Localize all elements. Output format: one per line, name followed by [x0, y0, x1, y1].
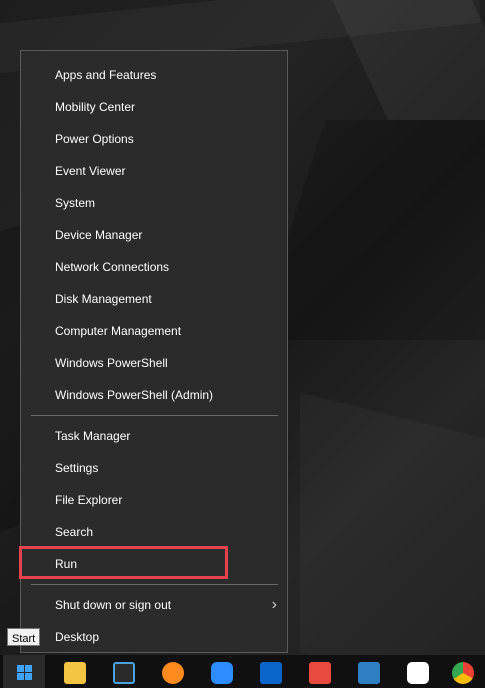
app-s-red-taskbar-button[interactable] [298, 655, 342, 688]
menu-item-device-manager[interactable]: Device Manager [21, 219, 287, 251]
windows-logo-icon [17, 665, 32, 680]
menu-separator [31, 415, 278, 416]
app-s-red-icon [309, 662, 331, 684]
snagit-taskbar-button[interactable] [347, 655, 391, 688]
menu-separator [31, 584, 278, 585]
menu-item-file-explorer[interactable]: File Explorer [21, 484, 287, 516]
file-explorer-icon [64, 662, 86, 684]
firefox-icon [162, 662, 184, 684]
chrome-icon [452, 662, 474, 684]
menu-item-apps-and-features[interactable]: Apps and Features [21, 59, 287, 91]
menu-item-desktop[interactable]: Desktop [21, 621, 287, 653]
menu-item-mobility-center[interactable]: Mobility Center [21, 91, 287, 123]
menu-item-system[interactable]: System [21, 187, 287, 219]
menu-item-windows-powershell[interactable]: Windows PowerShell [21, 347, 287, 379]
start-button[interactable] [3, 655, 45, 688]
slack-icon [407, 662, 429, 684]
file-explorer-taskbar-button[interactable] [53, 655, 97, 688]
menu-item-windows-powershell-admin[interactable]: Windows PowerShell (Admin) [21, 379, 287, 411]
zoom-taskbar-button[interactable] [200, 655, 244, 688]
remote-desktop-icon [113, 662, 135, 684]
start-tooltip: Start [7, 628, 41, 646]
taskbar [0, 655, 485, 688]
chevron-right-icon: › [271, 596, 277, 613]
menu-item-settings[interactable]: Settings [21, 452, 287, 484]
outlook-taskbar-button[interactable] [249, 655, 293, 688]
chrome-taskbar-button[interactable] [441, 655, 485, 688]
menu-item-disk-management[interactable]: Disk Management [21, 283, 287, 315]
outlook-icon [260, 662, 282, 684]
menu-item-power-options[interactable]: Power Options [21, 123, 287, 155]
zoom-icon [211, 662, 233, 684]
run-highlight-annotation [19, 546, 228, 579]
menu-item-label: Shut down or sign out [55, 598, 172, 612]
menu-item-task-manager[interactable]: Task Manager [21, 420, 287, 452]
wallpaper-facet [300, 393, 485, 655]
menu-item-network-connections[interactable]: Network Connections [21, 251, 287, 283]
menu-item-event-viewer[interactable]: Event Viewer [21, 155, 287, 187]
slack-taskbar-button[interactable] [396, 655, 440, 688]
menu-item-search[interactable]: Search [21, 516, 287, 548]
wallpaper-facet [332, 0, 485, 120]
snagit-icon [358, 662, 380, 684]
remote-desktop-taskbar-button[interactable] [102, 655, 146, 688]
menu-item-shut-down-or-sign-out[interactable]: Shut down or sign out › [21, 589, 287, 621]
firefox-taskbar-button[interactable] [151, 655, 195, 688]
menu-item-computer-management[interactable]: Computer Management [21, 315, 287, 347]
wallpaper-facet [254, 120, 485, 340]
